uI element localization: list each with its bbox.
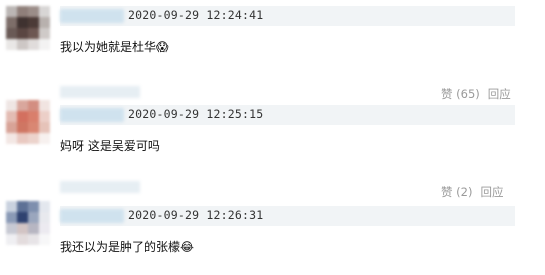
comment-text: 我还以为是肿了的张檬😂 xyxy=(60,238,194,255)
username-blurred[interactable] xyxy=(60,9,124,23)
comment-text: 我以为她就是杜华😱 xyxy=(60,38,169,55)
username-blurred[interactable] xyxy=(60,86,140,98)
comment-actions: 赞 (65) 回应 xyxy=(441,86,511,102)
avatar[interactable] xyxy=(6,201,50,245)
username-blurred[interactable] xyxy=(60,209,124,223)
comment-timestamp: 2020-09-29 12:25:15 xyxy=(128,107,264,121)
username-blurred[interactable] xyxy=(60,181,140,193)
comment-text-content: 妈呀 这是吴爱可吗 xyxy=(60,139,160,153)
comment-meta-bar: 2020-09-29 12:26:31 xyxy=(60,206,515,226)
like-button[interactable]: 赞 (2) xyxy=(441,185,472,199)
laughing-tears-emoji-icon: 😂 xyxy=(180,240,195,254)
avatar[interactable] xyxy=(6,6,50,50)
like-button[interactable]: 赞 (65) xyxy=(441,87,480,101)
username-blurred[interactable] xyxy=(60,108,124,122)
avatar[interactable] xyxy=(6,100,50,144)
comment-timestamp: 2020-09-29 12:26:31 xyxy=(128,208,264,222)
reply-button[interactable]: 回应 xyxy=(480,185,503,199)
scream-emoji-icon: 😱 xyxy=(156,40,169,54)
comment-meta-bar: 2020-09-29 12:25:15 xyxy=(60,105,515,125)
comment-text-content: 我以为她就是杜华 xyxy=(60,40,157,54)
comment-text: 妈呀 这是吴爱可吗 xyxy=(60,137,160,154)
reply-button[interactable]: 回应 xyxy=(488,87,511,101)
comment-text-content: 我还以为是肿了的张檬 xyxy=(60,240,181,254)
comment-timestamp: 2020-09-29 12:24:41 xyxy=(128,8,264,22)
comment-actions: 赞 (2) 回应 xyxy=(441,184,503,200)
comment-meta-bar: 2020-09-29 12:24:41 xyxy=(60,6,515,26)
